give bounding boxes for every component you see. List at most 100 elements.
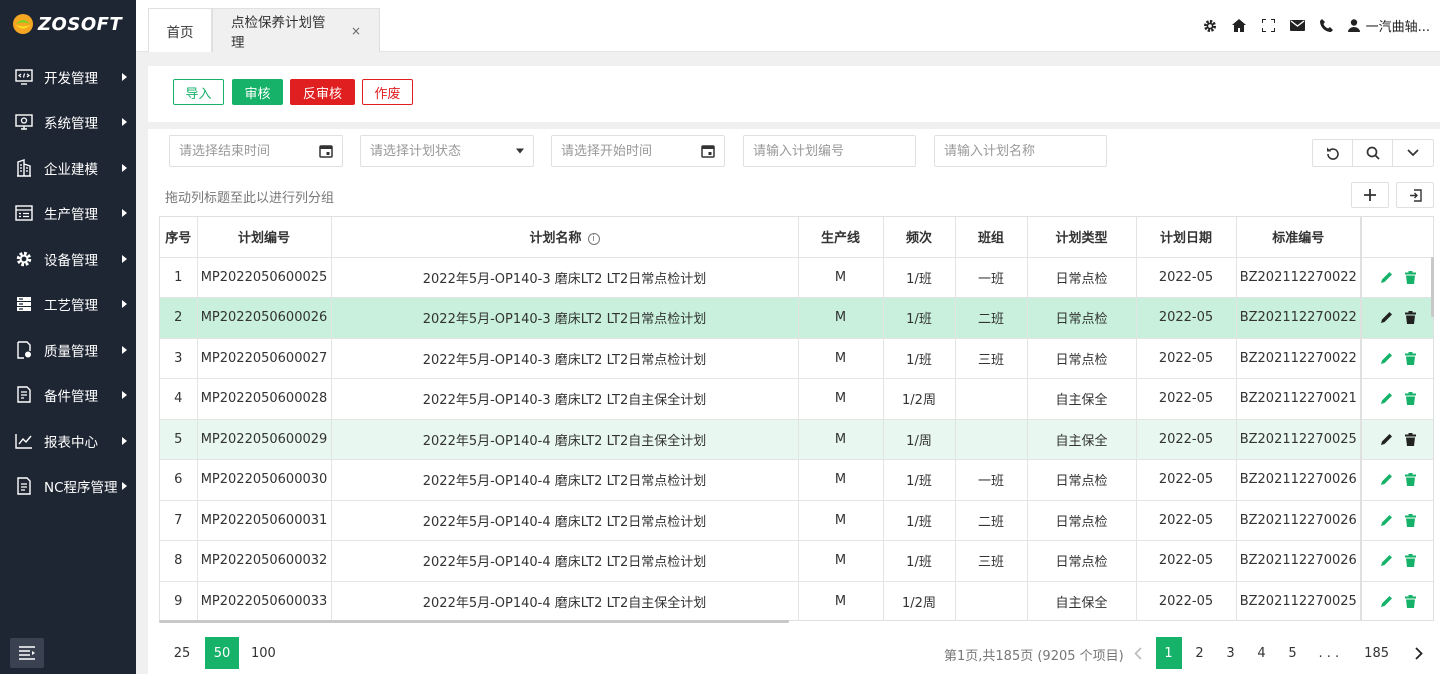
plan-code-input[interactable] — [753, 143, 906, 159]
start-time-input[interactable] — [561, 143, 715, 159]
delete-trash-icon[interactable] — [1405, 513, 1417, 527]
start-time-picker[interactable] — [551, 135, 725, 167]
sidebar-item-9[interactable]: 报表中心 — [0, 418, 136, 464]
sidebar-item-5[interactable]: 设备管理 — [0, 236, 136, 282]
edit-pencil-icon[interactable] — [1380, 311, 1393, 324]
plan-name-input[interactable] — [944, 143, 1097, 159]
delete-trash-icon[interactable] — [1405, 554, 1417, 568]
edit-pencil-icon[interactable] — [1380, 433, 1393, 446]
col-header-name-label: 计划名称 — [529, 231, 582, 247]
search-button[interactable] — [1353, 140, 1393, 166]
delete-trash-icon[interactable] — [1405, 594, 1417, 608]
page-size-option[interactable]: 50 — [205, 637, 239, 669]
edit-pencil-icon[interactable] — [1380, 352, 1393, 365]
collapse-sidebar-button[interactable] — [10, 638, 44, 668]
table-row[interactable]: 2 MP2022050600026 2022年5月-OP140-3 磨床LT2 LT… — [160, 297, 1433, 339]
edit-pencil-icon[interactable] — [1380, 392, 1393, 405]
reset-button[interactable] — [1313, 140, 1353, 166]
calendar-icon[interactable] — [701, 144, 715, 158]
col-header-freq[interactable]: 频次 — [883, 217, 956, 258]
end-time-input[interactable] — [179, 143, 333, 159]
expand-filters-button[interactable] — [1393, 140, 1433, 166]
tab-maintenance-plan[interactable]: 点检保养计划管理 × — [212, 8, 380, 52]
page-number-button[interactable]: 1 — [1155, 637, 1182, 669]
sidebar-item-2[interactable]: 系统管理 — [0, 100, 136, 146]
edit-pencil-icon[interactable] — [1380, 271, 1393, 284]
cell-date: 2022-05 — [1136, 338, 1237, 379]
delete-trash-icon[interactable] — [1405, 473, 1417, 487]
edit-pencil-icon[interactable] — [1380, 595, 1393, 608]
approve-button[interactable]: 审核 — [232, 79, 283, 105]
page-number-button[interactable]: 185 — [1361, 637, 1392, 669]
table-row[interactable]: 8 MP2022050600032 2022年5月-OP140-4 磨床LT2 LT… — [160, 540, 1433, 582]
cell-freq: 1/2周 — [883, 581, 956, 620]
delete-trash-icon[interactable] — [1405, 392, 1417, 406]
unapprove-button[interactable]: 反审核 — [290, 79, 355, 105]
col-header-line[interactable]: 生产线 — [798, 217, 884, 258]
tab-close-icon[interactable]: × — [351, 24, 361, 38]
cell-line: M — [798, 459, 884, 501]
col-header-std[interactable]: 标准编号 — [1236, 217, 1362, 258]
delete-trash-icon[interactable] — [1405, 351, 1417, 365]
horizontal-scrollbar[interactable] — [159, 620, 789, 623]
row-actions — [1360, 540, 1433, 582]
end-time-picker[interactable] — [169, 135, 343, 167]
table-row[interactable]: 9 MP2022050600033 2022年5月-OP140-4 磨床LT2 LT… — [160, 581, 1433, 620]
caret-right-icon — [122, 482, 127, 491]
table-row[interactable]: 4 MP2022050600028 2022年5月-OP140-3 磨床LT2 LT… — [160, 378, 1433, 420]
sidebar-item-7[interactable]: 质量管理 — [0, 327, 136, 373]
table-row[interactable]: 5 MP2022050600029 2022年5月-OP140-4 磨床LT2 LT… — [160, 419, 1433, 460]
void-button[interactable]: 作废 — [362, 79, 413, 105]
tab-home[interactable]: 首页 — [148, 8, 212, 52]
gear-icon — [14, 249, 34, 269]
sidebar-item-6[interactable]: 工艺管理 — [0, 282, 136, 328]
phone-icon[interactable] — [1319, 18, 1334, 33]
sidebar-item-3[interactable]: 企业建模 — [0, 145, 136, 191]
col-header-team[interactable]: 班组 — [955, 217, 1028, 258]
col-header-code[interactable]: 计划编号 — [197, 217, 332, 258]
page-size-option[interactable]: 100 — [245, 637, 282, 669]
status-select-input[interactable] — [370, 143, 524, 159]
delete-trash-icon[interactable] — [1405, 270, 1417, 284]
table-row[interactable]: 1 MP2022050600025 2022年5月-OP140-3 磨床LT2 LT… — [160, 257, 1433, 298]
user-menu[interactable]: 一汽曲轴... — [1347, 16, 1430, 35]
next-page-button[interactable] — [1406, 637, 1432, 669]
edit-pencil-icon[interactable] — [1380, 473, 1393, 486]
edit-pencil-icon[interactable] — [1380, 554, 1393, 567]
import-button[interactable]: 导入 — [173, 79, 224, 105]
col-header-no[interactable]: 序号 — [160, 217, 198, 258]
col-header-date[interactable]: 计划日期 — [1136, 217, 1237, 258]
home-icon[interactable] — [1232, 18, 1247, 33]
col-header-type[interactable]: 计划类型 — [1027, 217, 1137, 258]
table-row[interactable]: 3 MP2022050600027 2022年5月-OP140-3 磨床LT2 LT… — [160, 338, 1433, 379]
delete-trash-icon[interactable] — [1405, 311, 1417, 325]
calendar-icon[interactable] — [319, 144, 333, 158]
page-number-button[interactable]: 5 — [1280, 637, 1306, 669]
settings-gear-icon[interactable] — [1203, 18, 1218, 33]
export-button[interactable] — [1396, 182, 1434, 208]
col-header-name[interactable]: 计划名称 i — [331, 217, 799, 258]
sidebar-item-1[interactable]: 开发管理 — [0, 54, 136, 100]
table-row[interactable]: 6 MP2022050600030 2022年5月-OP140-4 磨床LT2 LT… — [160, 459, 1433, 501]
group-panel-hint[interactable]: 拖动列标题至此以进行列分组 — [165, 187, 334, 206]
vertical-scrollbar[interactable] — [1431, 257, 1434, 317]
plan-name-field[interactable] — [934, 135, 1107, 167]
page-number-button[interactable]: 2 — [1187, 637, 1213, 669]
prev-page-button[interactable] — [1125, 637, 1151, 669]
fullscreen-icon[interactable] — [1261, 18, 1276, 33]
mail-icon[interactable] — [1289, 18, 1305, 33]
edit-pencil-icon[interactable] — [1380, 514, 1393, 527]
page-number-button[interactable]: 4 — [1249, 637, 1275, 669]
sidebar-item-8[interactable]: 备件管理 — [0, 373, 136, 419]
table-row[interactable]: 7 MP2022050600031 2022年5月-OP140-4 磨床LT2 LT… — [160, 500, 1433, 541]
plan-table: 序号 计划编号 计划名称 i 生产线 频次 班组 计划类型 计划日期 标准编号 1… — [160, 217, 1433, 620]
page-size-option[interactable]: 25 — [165, 637, 199, 669]
sidebar-item-4[interactable]: 生产管理 — [0, 191, 136, 237]
page-number-button[interactable]: 3 — [1218, 637, 1244, 669]
info-icon[interactable]: i — [587, 233, 600, 246]
add-button[interactable] — [1351, 182, 1389, 208]
status-select[interactable] — [360, 135, 534, 167]
delete-trash-icon[interactable] — [1405, 432, 1417, 446]
plan-code-field[interactable] — [743, 135, 916, 167]
sidebar-item-10[interactable]: NC程序管理 — [0, 464, 136, 510]
